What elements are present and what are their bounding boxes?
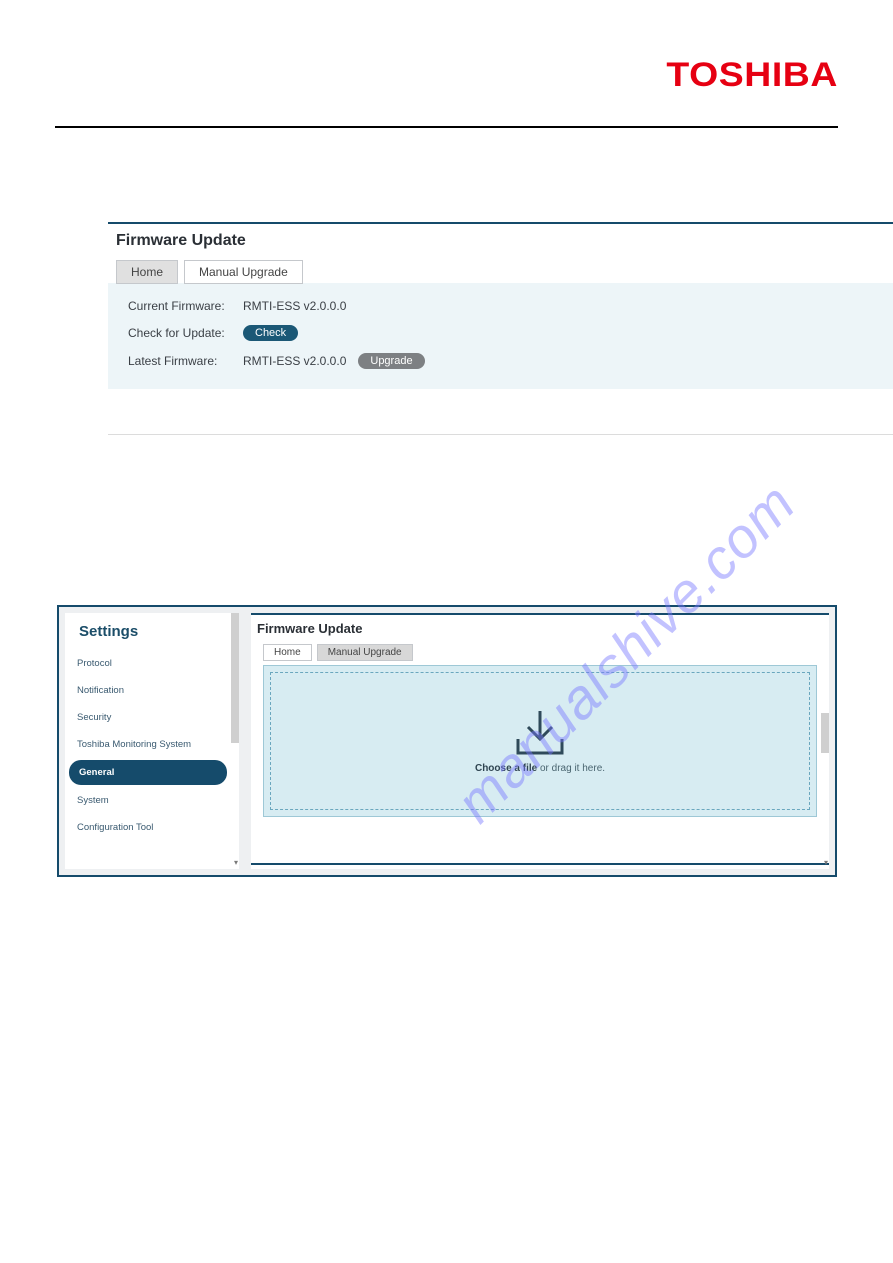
file-dropzone[interactable]: Choose a file or drag it here.: [270, 672, 810, 810]
sidebar-item-protocol[interactable]: Protocol: [65, 650, 239, 677]
panel-bottom-border: [251, 863, 829, 865]
check-update-row: Check for Update: Check: [128, 319, 873, 347]
sidebar-item-system[interactable]: System: [65, 787, 239, 814]
sidebar-title: Settings: [65, 613, 239, 650]
sidebar-scrollbar[interactable]: [231, 613, 239, 743]
main-scrollbar[interactable]: [821, 713, 829, 753]
current-firmware-label: Current Firmware:: [128, 299, 243, 313]
sidebar-item-notification[interactable]: Notification: [65, 677, 239, 704]
dropzone-choose: Choose a file: [475, 763, 537, 774]
tab-home[interactable]: Home: [116, 260, 178, 284]
dropzone-text: Choose a file or drag it here.: [475, 763, 605, 774]
tabs: Home Manual Upgrade: [116, 260, 893, 284]
tabs: Home Manual Upgrade: [263, 644, 829, 661]
dropzone-container: Choose a file or drag it here.: [263, 665, 817, 817]
settings-sidebar: Settings Protocol Notification Security …: [65, 613, 239, 869]
firmware-update-home-panel: Firmware Update Home Manual Upgrade Curr…: [108, 222, 893, 389]
dropzone-rest: or drag it here.: [537, 763, 605, 774]
sidebar-item-security[interactable]: Security: [65, 704, 239, 731]
section-divider: [108, 434, 893, 435]
sidebar-item-configuration-tool[interactable]: Configuration Tool: [65, 814, 239, 841]
chevron-down-icon[interactable]: ▾: [234, 858, 238, 867]
tab-manual-upgrade[interactable]: Manual Upgrade: [184, 260, 303, 284]
sidebar-item-toshiba-monitoring[interactable]: Toshiba Monitoring System: [65, 731, 239, 758]
tab-manual-upgrade[interactable]: Manual Upgrade: [317, 644, 413, 661]
panel-body: Current Firmware: RMTI-ESS v2.0.0.0 Chec…: [108, 283, 893, 389]
upgrade-button[interactable]: Upgrade: [358, 353, 424, 369]
check-update-label: Check for Update:: [128, 326, 243, 340]
latest-firmware-label: Latest Firmware:: [128, 354, 243, 368]
sidebar-item-general[interactable]: General: [69, 760, 227, 785]
current-firmware-row: Current Firmware: RMTI-ESS v2.0.0.0: [128, 293, 873, 319]
current-firmware-value: RMTI-ESS v2.0.0.0: [243, 299, 346, 313]
panel-title: Firmware Update: [108, 224, 893, 260]
download-icon: [510, 709, 570, 757]
check-button[interactable]: Check: [243, 325, 298, 341]
settings-manual-upgrade-panel: Settings Protocol Notification Security …: [57, 605, 837, 877]
panel-title: Firmware Update: [251, 615, 829, 644]
firmware-update-manual-main: Firmware Update Home Manual Upgrade: [251, 613, 829, 869]
chevron-down-icon[interactable]: ▾: [824, 858, 828, 867]
brand-logo: TOSHIBA: [667, 56, 838, 95]
latest-firmware-value: RMTI-ESS v2.0.0.0: [243, 354, 346, 368]
tab-home[interactable]: Home: [263, 644, 312, 661]
header-divider: [55, 126, 838, 128]
latest-firmware-row: Latest Firmware: RMTI-ESS v2.0.0.0 Upgra…: [128, 347, 873, 375]
